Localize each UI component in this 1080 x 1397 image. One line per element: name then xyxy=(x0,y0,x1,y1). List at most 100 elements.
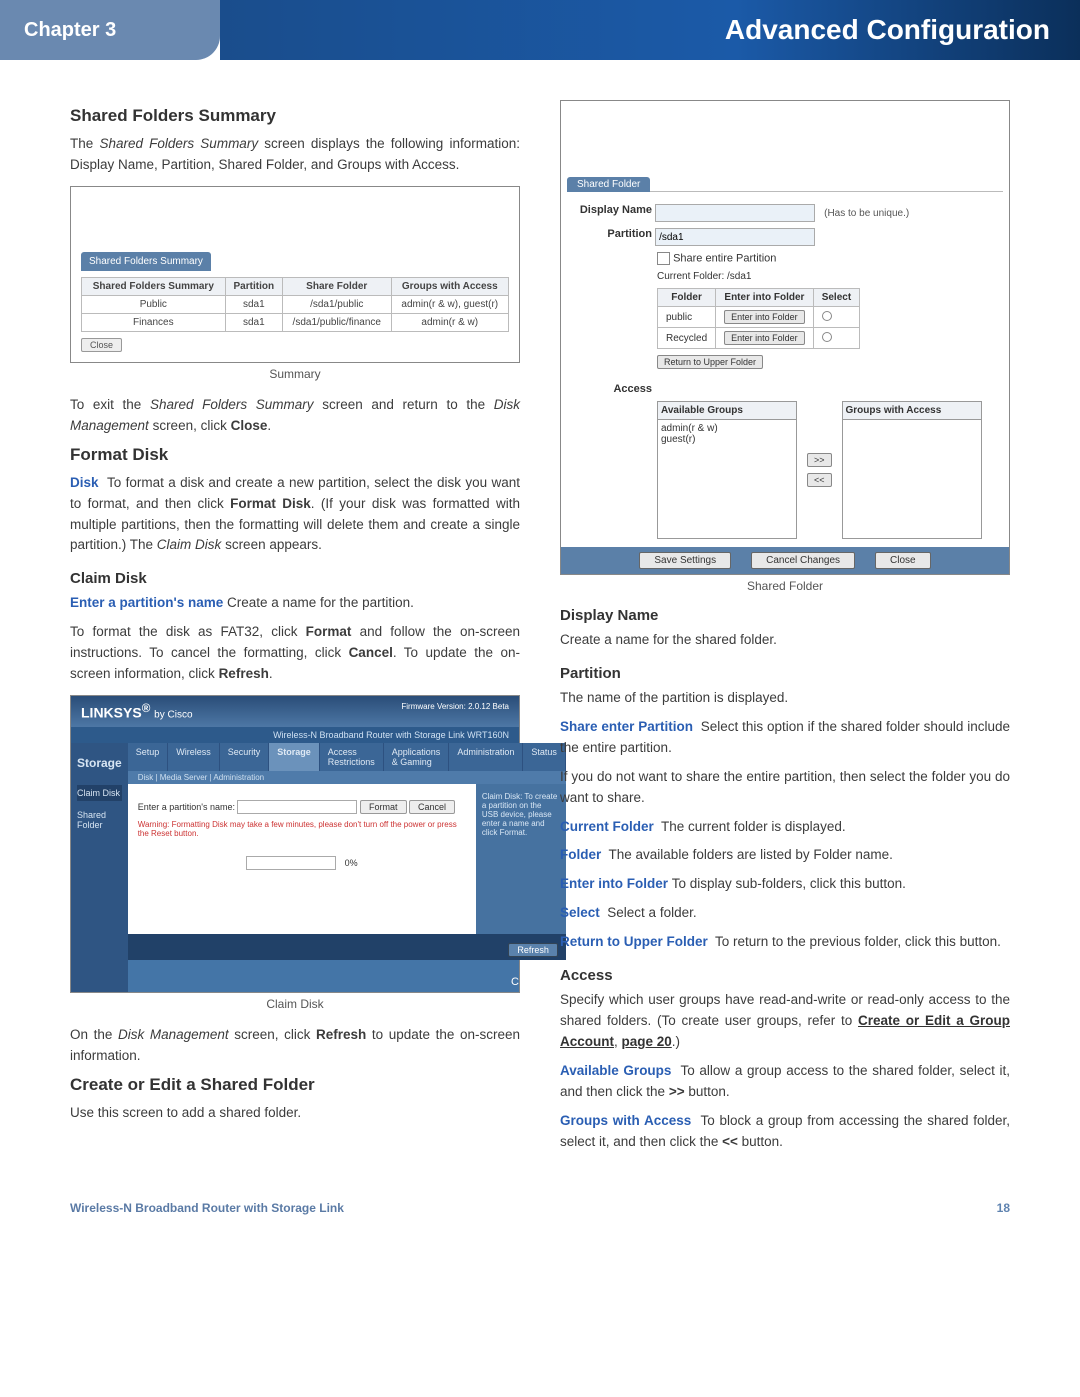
display-name-input[interactable] xyxy=(655,204,815,222)
tab-storage[interactable]: Storage xyxy=(269,743,320,771)
enter-folder-button[interactable]: Enter into Folder xyxy=(724,310,805,324)
para-exit: To exit the Shared Folders Summary scree… xyxy=(70,395,520,437)
tab-security[interactable]: Security xyxy=(220,743,270,771)
move-left-button[interactable]: << xyxy=(807,473,832,487)
display-name-label: Display Name xyxy=(567,204,652,216)
cisco-text: CISCO xyxy=(511,976,556,988)
list-item[interactable]: admin(r & w) xyxy=(661,423,793,434)
th-folder: Folder xyxy=(658,289,716,307)
col-partition: Partition xyxy=(225,277,282,295)
list-item[interactable]: guest(r) xyxy=(661,434,793,445)
para-after-claim: On the Disk Management screen, click Ref… xyxy=(70,1025,520,1067)
share-entire-label: Share entire Partition xyxy=(673,252,776,264)
nav-item-claim-disk[interactable]: Claim Disk xyxy=(77,785,122,801)
page-title: Advanced Configuration xyxy=(220,0,1080,60)
left-column: Shared Folders Summary The Shared Folder… xyxy=(70,100,520,1161)
partition-input[interactable] xyxy=(655,228,815,246)
tab-wireless[interactable]: Wireless xyxy=(168,743,220,771)
brand-text: LINKSYS xyxy=(81,705,142,721)
claim-body: Enter a partition's name: Format Cancel … xyxy=(128,784,476,934)
para-dn: Create a name for the shared folder. xyxy=(560,630,1010,651)
table-row: public Enter into Folder xyxy=(658,307,860,328)
close-button[interactable]: Close xyxy=(81,338,122,352)
partition-label: Partition xyxy=(567,228,652,240)
model-bar: Wireless-N Broadband Router with Storage… xyxy=(71,727,519,743)
col-share-folder: Share Folder xyxy=(282,277,391,295)
current-folder-label: Current Folder: /sda1 xyxy=(657,271,1003,282)
heading-shared-folders-summary: Shared Folders Summary xyxy=(70,106,520,126)
cell: admin(r & w) xyxy=(391,313,508,331)
cell: Finances xyxy=(82,313,226,331)
table-row: Public sda1 /sda1/public admin(r & w), g… xyxy=(82,295,509,313)
tab-setup[interactable]: Setup xyxy=(128,743,169,771)
close-button[interactable]: Close xyxy=(875,552,931,569)
heading-format-disk: Format Disk xyxy=(70,445,520,465)
cell: sda1 xyxy=(225,295,282,313)
heading-partition: Partition xyxy=(560,665,1010,682)
nav-storage-label: Storage xyxy=(77,753,122,773)
share-entire-checkbox[interactable] xyxy=(657,252,670,265)
groups-with-access-header: Groups with Access xyxy=(842,401,982,419)
cancel-button[interactable]: Cancel xyxy=(409,800,455,814)
folder-name: public xyxy=(658,307,716,328)
para-claim2: To format the disk as FAT32, click Forma… xyxy=(70,622,520,685)
para-sfs-intro: The Shared Folders Summary screen displa… xyxy=(70,134,520,176)
folder-name: Recycled xyxy=(658,328,716,349)
chapter-label: Chapter 3 xyxy=(0,0,220,60)
right-column: Shared Folder Display Name (Has to be un… xyxy=(560,100,1010,1161)
tab-access[interactable]: Access Restrictions xyxy=(320,743,384,771)
summary-table: Shared Folders Summary Partition Share F… xyxy=(81,277,509,332)
format-button[interactable]: Format xyxy=(360,800,407,814)
available-groups-list[interactable]: admin(r & w) guest(r) xyxy=(657,419,797,539)
cell: /sda1/public/finance xyxy=(282,313,391,331)
page-header: Chapter 3 Advanced Configuration xyxy=(0,0,1080,60)
caption-summary: Summary xyxy=(70,367,520,381)
enter-partition-label: Enter a partition's name: xyxy=(138,802,235,812)
para-cur: Current Folder The current folder is dis… xyxy=(560,817,1010,838)
para-share2: If you do not want to share the entire p… xyxy=(560,767,1010,809)
col-groups: Groups with Access xyxy=(391,277,508,295)
screenshot-summary: Shared Folders Summary Shared Folders Su… xyxy=(70,186,520,363)
cell: Public xyxy=(82,295,226,313)
para-claim1: Enter a partition's name Create a name f… xyxy=(70,593,520,614)
summary-tab: Shared Folders Summary xyxy=(81,252,211,271)
table-row: Finances sda1 /sda1/public/finance admin… xyxy=(82,313,509,331)
cisco-logo: ılıılı CISCO xyxy=(128,960,566,992)
heading-display-name: Display Name xyxy=(560,607,1010,624)
save-settings-button[interactable]: Save Settings xyxy=(639,552,731,569)
para-create: Use this screen to add a shared folder. xyxy=(70,1103,520,1124)
cancel-changes-button[interactable]: Cancel Changes xyxy=(751,552,855,569)
th-enter: Enter into Folder xyxy=(716,289,814,307)
tab-admin[interactable]: Administration xyxy=(449,743,523,771)
side-nav: Storage Claim Disk Shared Folder xyxy=(71,743,128,992)
screenshot-shared-folder: Shared Folder Display Name (Has to be un… xyxy=(560,100,1010,575)
caption-shared-folder: Shared Folder xyxy=(560,579,1010,593)
available-groups-header: Available Groups xyxy=(657,401,797,419)
sf-tab: Shared Folder xyxy=(567,177,650,192)
cell: admin(r & w), guest(r) xyxy=(391,295,508,313)
partition-name-input[interactable] xyxy=(237,800,357,814)
select-radio[interactable] xyxy=(822,332,832,342)
help-panel: Claim Disk: To create a partition on the… xyxy=(476,784,566,934)
refresh-button[interactable]: Refresh xyxy=(508,943,558,957)
footer-bar: Refresh xyxy=(128,934,566,960)
caption-claim-disk: Claim Disk xyxy=(70,997,520,1011)
para-acc: Specify which user groups have read-and-… xyxy=(560,990,1010,1053)
move-right-button[interactable]: >> xyxy=(807,453,832,467)
enter-folder-button[interactable]: Enter into Folder xyxy=(724,331,805,345)
groups-with-access-list[interactable] xyxy=(842,419,982,539)
nav-item-shared-folder[interactable]: Shared Folder xyxy=(77,807,122,833)
progress-pct: 0% xyxy=(345,858,358,868)
folder-table: Folder Enter into Folder Select public E… xyxy=(657,288,860,349)
tab-apps[interactable]: Applications & Gaming xyxy=(384,743,450,771)
brand-area: LINKSYS® by Cisco Firmware Version: 2.0.… xyxy=(71,696,519,727)
return-upper-button[interactable]: Return to Upper Folder xyxy=(657,355,763,369)
select-radio[interactable] xyxy=(822,311,832,321)
para-ret: Return to Upper Folder To return to the … xyxy=(560,932,1010,953)
screenshot-claim-disk: LINKSYS® by Cisco Firmware Version: 2.0.… xyxy=(70,695,520,993)
cell: /sda1/public xyxy=(282,295,391,313)
display-name-note: (Has to be unique.) xyxy=(824,208,909,219)
heading-create-edit: Create or Edit a Shared Folder xyxy=(70,1075,520,1095)
table-row: Recycled Enter into Folder xyxy=(658,328,860,349)
para-enter: Enter into Folder To display sub-folders… xyxy=(560,874,1010,895)
